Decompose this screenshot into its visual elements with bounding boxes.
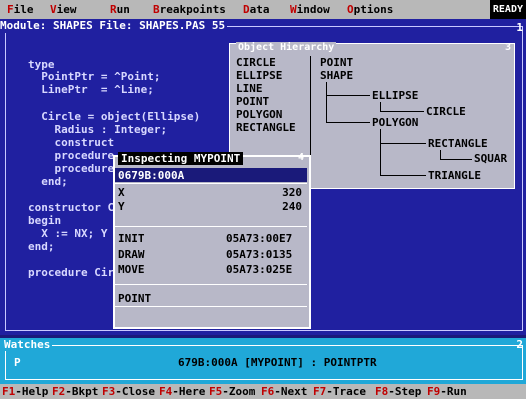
inspector-number: 4 — [298, 152, 305, 163]
fkey-zoom[interactable]: F5-Zoom — [209, 385, 255, 398]
code-line: constructor C — [28, 201, 115, 214]
tree-node-polygon[interactable]: POLYGON — [372, 116, 418, 129]
module-window-number: 1 — [516, 21, 523, 34]
watches-number: 2 — [516, 338, 523, 351]
tree-node-rectangle[interactable]: RECTANGLE — [428, 137, 488, 150]
tree-connector — [380, 111, 424, 112]
module-window-title: Module: SHAPES File: SHAPES.PAS 55 — [0, 19, 228, 33]
tree-connector — [380, 143, 426, 144]
watches-title: Watches — [2, 338, 53, 351]
tree-node-square[interactable]: SQUAR — [474, 152, 507, 165]
object-hierarchy-title: Object Hierarchy — [236, 42, 337, 53]
fkey-trace[interactable]: F7-Trace — [313, 385, 366, 398]
code-line: Circle = object(Ellipse) — [28, 110, 201, 123]
inspector-method-name[interactable]: DRAW — [118, 248, 145, 261]
code-line: X := NX; Y — [28, 227, 108, 240]
hierarchy-list-item[interactable]: POLYGON — [236, 108, 282, 121]
code-line: begin — [28, 214, 62, 227]
code-line: procedure — [28, 149, 115, 162]
inspector-method-addr: 05A73:00E7 — [226, 232, 293, 245]
fkey-close[interactable]: F3-Close — [102, 385, 155, 398]
hierarchy-list-item[interactable]: POINT — [236, 95, 269, 108]
inspector-method-addr: 05A73:025E — [226, 263, 293, 276]
code-line: end; — [28, 240, 55, 253]
inspector-field-value: 240 — [282, 200, 302, 213]
fkey-bkpt[interactable]: F2-Bkpt — [52, 385, 98, 398]
tree-connector — [326, 122, 370, 123]
hierarchy-list-item[interactable]: LINE — [236, 82, 263, 95]
code-line: procedure — [28, 162, 115, 175]
fkey-run[interactable]: F9-Run — [427, 385, 467, 398]
tree-node-point[interactable]: POINT — [320, 56, 353, 69]
menu-file[interactable]: File — [7, 3, 34, 16]
inspector-field-name[interactable]: X — [118, 186, 125, 199]
hierarchy-list-item[interactable]: RECTANGLE — [236, 121, 296, 134]
inspector-method-addr: 05A73:0135 — [226, 248, 293, 261]
tree-node-triangle[interactable]: TRIANGLE — [428, 169, 481, 182]
code-line: procedure Cir — [28, 266, 115, 279]
menu-view[interactable]: View — [50, 3, 77, 16]
watch-value: 679B:000A [MYPOINT] : POINTPTR — [178, 356, 377, 369]
inspector-divider — [115, 306, 307, 307]
inspector-divider — [115, 284, 307, 285]
inspector-field-name[interactable]: Y — [118, 200, 125, 213]
tree-connector — [440, 159, 472, 160]
watch-expression[interactable]: P — [14, 356, 21, 369]
code-line: end; — [28, 175, 68, 188]
inspector-type: POINT — [118, 292, 152, 305]
menu-data[interactable]: Data — [243, 3, 270, 16]
function-key-bar: F1-Help F2-Bkpt F3-Close F4-Here F5-Zoom… — [0, 384, 526, 399]
menu-window[interactable]: Window — [290, 3, 330, 16]
fkey-help[interactable]: F1-Help — [2, 385, 48, 398]
hierarchy-list-item[interactable]: CIRCLE — [236, 56, 276, 69]
menu-options[interactable]: Options — [347, 3, 393, 16]
fkey-step[interactable]: F8-Step — [375, 385, 421, 398]
object-hierarchy-number: 3 — [505, 42, 512, 53]
fkey-next[interactable]: F6-Next — [261, 385, 307, 398]
tree-connector — [326, 82, 327, 122]
menu-run[interactable]: Run — [110, 3, 130, 16]
menu-breakpoints[interactable]: Breakpoints — [153, 3, 226, 16]
tree-node-shape[interactable]: SHAPE — [320, 69, 353, 82]
inspector-title: Inspecting MYPOINT — [118, 152, 244, 165]
fkey-here[interactable]: F4-Here — [159, 385, 205, 398]
code-line: PointPtr = ^Point; — [28, 70, 161, 83]
hierarchy-list-item[interactable]: ELLIPSE — [236, 69, 282, 82]
tree-node-ellipse[interactable]: ELLIPSE — [372, 89, 418, 102]
code-line: construct — [28, 136, 115, 149]
tree-connector — [326, 95, 370, 96]
inspector-divider — [115, 226, 307, 227]
inspector-method-name[interactable]: INIT — [118, 232, 145, 245]
status-indicator: READY — [489, 0, 526, 19]
inspector-address: 0679B:000A — [118, 169, 185, 182]
code-line: Radius : Integer; — [28, 123, 168, 136]
tree-node-circle[interactable]: CIRCLE — [426, 105, 466, 118]
tree-connector — [380, 129, 381, 175]
menu-bar: File View Run Breakpoints Data Window Op… — [0, 0, 526, 19]
inspector-field-value: 320 — [282, 186, 302, 199]
tree-connector — [380, 175, 426, 176]
inspector-divider — [115, 183, 307, 184]
inspector-method-name[interactable]: MOVE — [118, 263, 145, 276]
code-line: LinePtr = ^Line; — [28, 83, 154, 96]
